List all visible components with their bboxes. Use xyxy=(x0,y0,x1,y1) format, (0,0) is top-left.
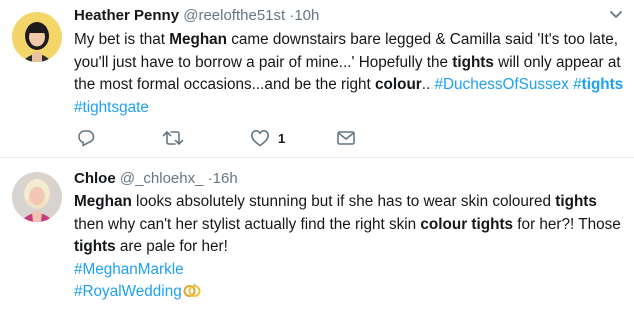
like-icon xyxy=(251,130,269,147)
highlighted-keyword: Meghan xyxy=(74,193,132,210)
timestamp[interactable]: 10h xyxy=(294,7,319,24)
tweet-text-segment: for her?! Those xyxy=(513,215,621,233)
chevron-down-icon[interactable] xyxy=(610,10,622,20)
avatar[interactable] xyxy=(12,12,62,62)
like-button[interactable]: 1 xyxy=(250,127,285,149)
reply-icon xyxy=(78,130,95,147)
tweet-header: Chloe @_chloehx_ ·16h xyxy=(74,169,238,189)
hashtag-link[interactable]: #RoyalWedding xyxy=(74,283,182,300)
display-name[interactable]: Chloe xyxy=(74,170,116,187)
tweet-text-segment: looks absolutely stunning but if she has… xyxy=(131,193,556,210)
tweet-text: Meghan looks absolutely stunning but if … xyxy=(74,191,630,307)
hashtag-link[interactable]: #MeghanMarkle xyxy=(74,261,184,278)
timestamp[interactable]: 16h xyxy=(213,170,238,187)
hashtag-link[interactable]: #DuchessOfSussex xyxy=(435,76,569,93)
direct-message-button[interactable] xyxy=(336,127,356,149)
tweet-text-segment: are pale for her! xyxy=(115,238,228,255)
highlighted-keyword: tights xyxy=(555,193,597,210)
hashtag-link[interactable]: #tightsgate xyxy=(74,99,149,116)
hashtag-link[interactable]: tights xyxy=(582,76,624,93)
retweet-icon xyxy=(162,131,184,145)
tweet-header: Heather Penny @reelofthe51st ·10h xyxy=(74,6,319,26)
hashtag-link[interactable]: # xyxy=(573,76,582,93)
retweet-button[interactable] xyxy=(162,127,184,149)
tweet-actions: 1 xyxy=(74,127,434,149)
display-name[interactable]: Heather Penny xyxy=(74,7,179,24)
highlighted-keyword: tights xyxy=(452,53,494,71)
user-handle[interactable]: @_chloehx_ xyxy=(120,170,204,187)
tweet-text-segment: My bet is that xyxy=(74,31,170,48)
tweet-text-segment: .. xyxy=(421,76,435,93)
tweet-text: My bet is that Meghan came downstairs ba… xyxy=(74,29,630,119)
reply-button[interactable] xyxy=(76,127,96,149)
user-handle[interactable]: @reelofthe51st xyxy=(183,7,285,24)
highlighted-keyword: tights xyxy=(74,238,116,255)
highlighted-keyword: colour xyxy=(375,76,422,93)
tweet[interactable]: Heather Penny @reelofthe51st ·10h My bet… xyxy=(0,0,634,158)
avatar[interactable] xyxy=(12,172,62,222)
wedding-rings-icon xyxy=(182,281,202,307)
tweet-text-segment: then why can't her stylist actually find… xyxy=(74,215,421,233)
highlighted-keyword: colour tights xyxy=(420,215,514,233)
tweet[interactable]: Chloe @_chloehx_ ·16h Meghan looks absol… xyxy=(0,158,634,309)
highlighted-keyword: Meghan xyxy=(169,31,228,48)
like-count: 1 xyxy=(278,130,286,146)
message-icon xyxy=(337,131,355,145)
